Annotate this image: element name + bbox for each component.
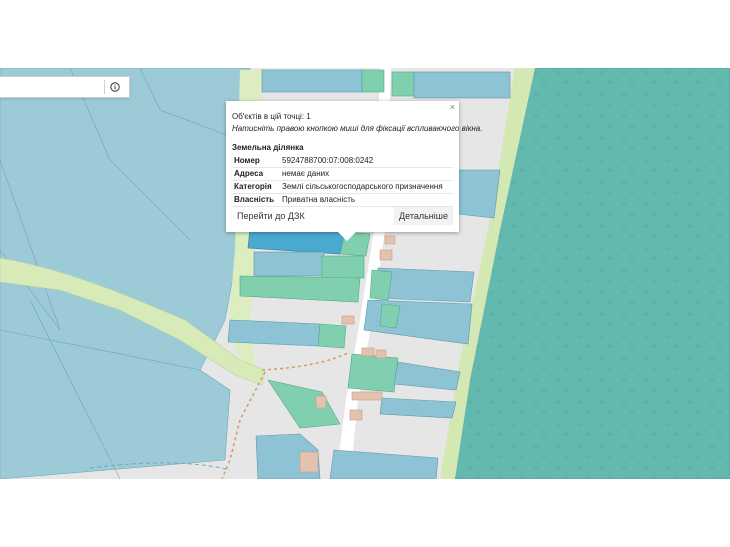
feature-info-popup: × Об'єктів в цій точці: 1 Натисніть прав… (226, 101, 483, 241)
table-row: Власність Приватна власність (232, 193, 453, 207)
row-label: Категорія (232, 180, 280, 194)
info-circle-icon (110, 82, 120, 92)
row-label: Адреса (232, 167, 280, 181)
popup-hint-text: Натисніть правою кнопкою миші для фіксац… (232, 124, 483, 133)
popup-section-title: Земельна ділянка (232, 143, 304, 152)
table-row: Адреса немає даних (232, 167, 453, 181)
row-value: Землі сільськогосподарського призначення (280, 180, 453, 194)
row-label: Номер (232, 155, 280, 168)
search-divider (104, 80, 105, 94)
search-input[interactable] (0, 77, 104, 97)
objects-count-text: Об'єктів в цій точці: 1 (232, 112, 311, 121)
row-value: 5924788700:07:008:0242 (280, 155, 453, 168)
search-box[interactable] (0, 76, 130, 98)
table-row: Номер 5924788700:07:008:0242 (232, 155, 453, 168)
row-label: Власність (232, 193, 280, 207)
parcel-attributes-table: Номер 5924788700:07:008:0242 Адреса нема… (232, 155, 453, 207)
popup-close-button[interactable]: × (450, 103, 455, 112)
go-to-dzk-button[interactable]: Перейти до ДЗК (232, 207, 310, 225)
details-button[interactable]: Детальніше (394, 207, 453, 225)
row-value: Приватна власність (280, 193, 453, 207)
table-row: Категорія Землі сільськогосподарського п… (232, 180, 453, 194)
info-button[interactable] (108, 80, 122, 94)
row-value: немає даних (280, 167, 453, 181)
